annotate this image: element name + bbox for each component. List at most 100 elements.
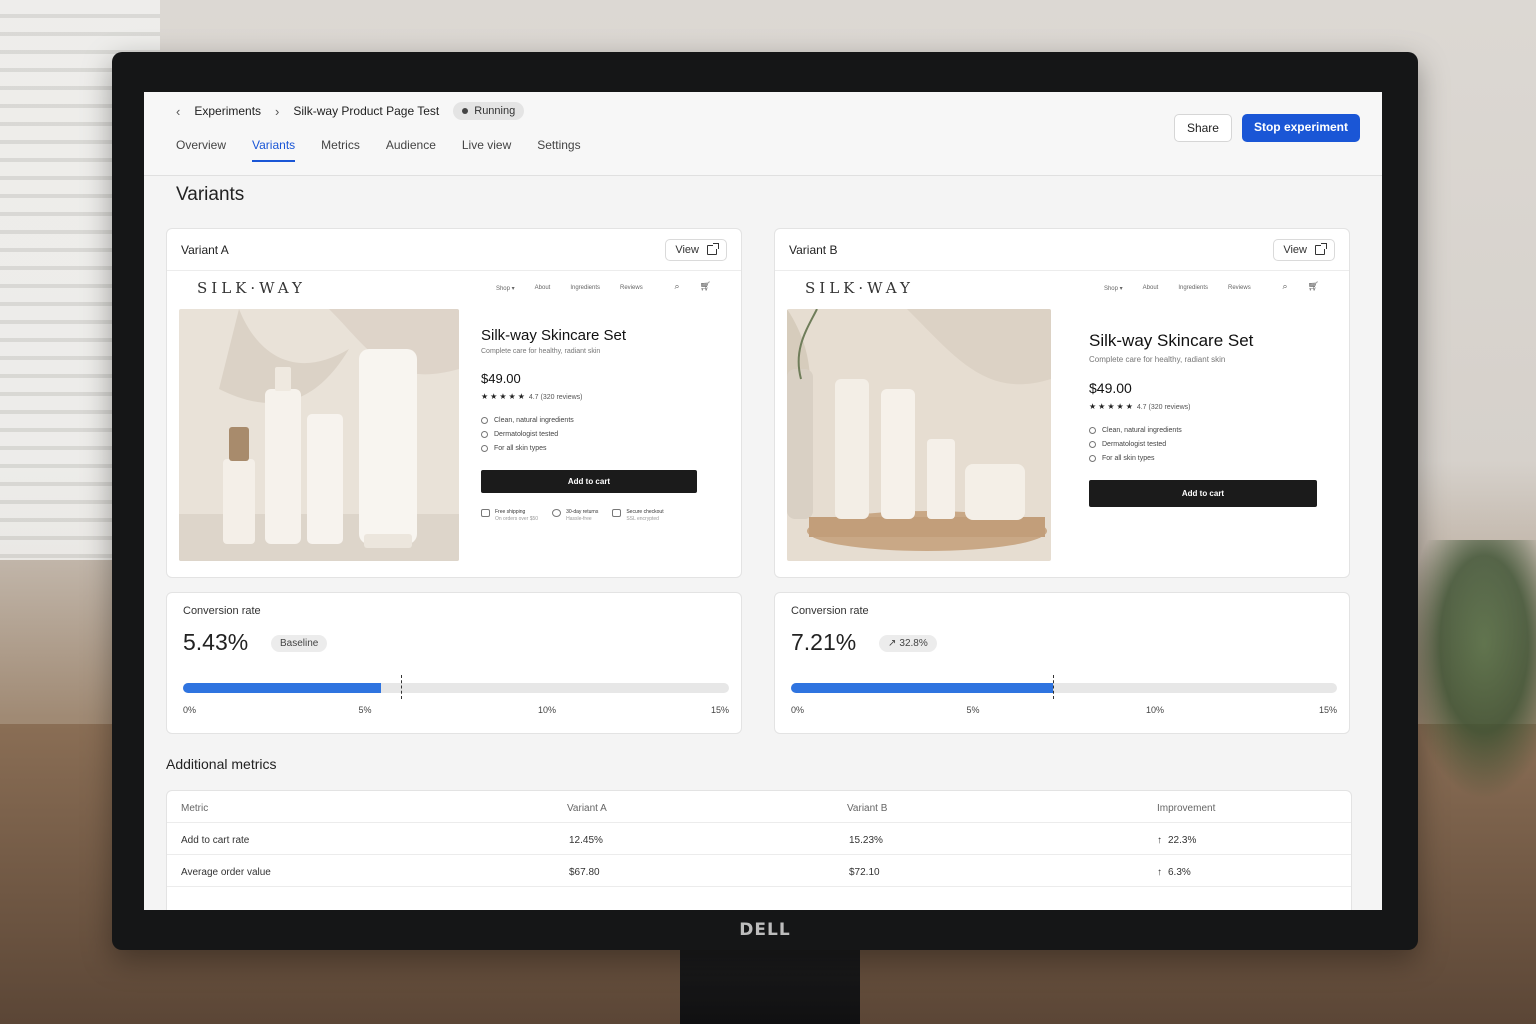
variant-b-value: $72.10 — [849, 867, 880, 878]
share-button[interactable]: Share — [1173, 114, 1232, 142]
variant-b-view-button[interactable]: View — [1273, 238, 1335, 261]
view-label: View — [675, 243, 699, 256]
tick-label: 10% — [537, 705, 557, 715]
nav-about[interactable]: About — [535, 285, 551, 292]
conversion-card-b: Conversion rate 7.21% ↗ 32.8% 0% 5% 10% 1… — [774, 592, 1350, 734]
conversion-label: Conversion rate — [791, 605, 869, 617]
chevron-left-icon[interactable]: ‹ — [176, 104, 180, 119]
variant-a-header: Variant A View — [167, 229, 741, 271]
cart-icon[interactable]: 🛒︎ — [1308, 281, 1319, 292]
check-circle-icon — [1089, 455, 1096, 462]
target-marker — [1053, 675, 1055, 699]
tab-variants[interactable]: Variants — [252, 138, 296, 162]
improvement-value: 22.3% — [1168, 835, 1197, 846]
product-rating: ★★★★★ 4.7 (320 reviews) — [481, 392, 721, 401]
improvement-cell: ↑ 6.3% — [1157, 867, 1191, 878]
check-circle-icon — [481, 431, 488, 438]
trust-badges: Free shipping On orders over $50 30-day r… — [481, 509, 721, 522]
add-to-cart-button[interactable]: Add to cart — [1089, 480, 1317, 507]
tick-label: 5% — [358, 705, 372, 715]
stop-experiment-button[interactable]: Stop experiment — [1241, 114, 1360, 142]
feature-item: Clean, natural ingredients — [1089, 427, 1329, 434]
trust-sub: SSL encrypted — [626, 516, 659, 522]
tick-label: 15% — [1318, 705, 1337, 715]
improvement-badge: ↗ 32.8% — [879, 635, 937, 652]
arrow-up-right-icon: ↗ — [888, 638, 897, 649]
nav-reviews[interactable]: Reviews — [1228, 285, 1251, 292]
header-actions: Share Stop experiment — [1173, 114, 1360, 142]
star-rating-icon: ★★★★★ — [481, 392, 527, 401]
target-marker — [401, 675, 403, 699]
trust-title: Free shipping — [495, 509, 526, 515]
truck-icon — [481, 509, 490, 517]
tab-audience[interactable]: Audience — [386, 138, 436, 162]
tab-settings[interactable]: Settings — [537, 138, 580, 162]
chevron-right-icon: › — [275, 103, 280, 119]
preview-nav-links: Shop ▾ About Ingredients Reviews — [1104, 285, 1251, 292]
variant-a-title: Variant A — [181, 242, 229, 257]
status-badge: Running — [453, 102, 525, 120]
nav-ingredients[interactable]: Ingredients — [1178, 285, 1208, 292]
column-header: Variant B — [847, 803, 888, 814]
variant-b-card: Variant B View SILK·WAY Shop ▾ About Ing… — [774, 228, 1350, 578]
add-to-cart-button[interactable]: Add to cart — [481, 470, 697, 493]
conversion-track — [183, 675, 729, 699]
feature-text: For all skin types — [1102, 455, 1155, 462]
trust-sub: Hassle-free — [566, 516, 592, 522]
feature-item: For all skin types — [1089, 455, 1329, 462]
improvement-value: 32.8% — [899, 638, 928, 649]
variant-b-title: Variant B — [789, 242, 838, 257]
feature-text: Clean, natural ingredients — [494, 417, 574, 424]
check-circle-icon — [1089, 441, 1096, 448]
tab-live-view[interactable]: Live view — [462, 138, 511, 162]
conversion-fill — [183, 683, 381, 693]
product-price: $49.00 — [481, 371, 521, 386]
preview-nav-links: Shop ▾ About Ingredients Reviews — [496, 285, 643, 292]
search-icon[interactable]: ⌕ — [675, 281, 680, 292]
nav-about[interactable]: About — [1143, 285, 1159, 292]
status-dot-icon — [462, 108, 469, 114]
conversion-label: Conversion rate — [183, 605, 261, 617]
view-label: View — [1283, 243, 1307, 256]
product-title: Silk-way Skincare Set — [481, 327, 627, 344]
nav-shop[interactable]: Shop ▾ — [496, 285, 515, 292]
search-icon[interactable]: ⌕ — [1283, 281, 1288, 292]
plant — [1406, 540, 1536, 800]
rating-text: 4.7 (320 reviews) — [528, 394, 583, 401]
product-rating: ★★★★★ 4.7 (320 reviews) — [1089, 402, 1329, 411]
check-circle-icon — [481, 445, 488, 452]
nav-ingredients[interactable]: Ingredients — [570, 285, 600, 292]
tick-label: 0% — [183, 705, 197, 715]
product-price: $49.00 — [1089, 380, 1132, 396]
return-icon — [552, 509, 562, 517]
tick-label: 15% — [710, 705, 729, 715]
preview-site-nav: SILK·WAY Shop ▾ About Ingredients Review… — [167, 271, 741, 305]
status-text: Running — [474, 105, 516, 117]
trust-secure: Secure checkout SSL encrypted — [612, 509, 664, 522]
product-subtitle: Complete care for healthy, radiant skin — [1089, 355, 1226, 364]
arrow-up-icon: ↑ — [1157, 867, 1162, 878]
trust-returns: 30-day returns Hassle-free — [552, 509, 598, 522]
feature-text: Clean, natural ingredients — [1102, 427, 1182, 434]
check-circle-icon — [1089, 427, 1096, 434]
variant-a-view-button[interactable]: View — [665, 238, 727, 261]
conversion-card-a: Conversion rate 5.43% Baseline 0% 5% 10%… — [166, 592, 742, 734]
star-rating-icon: ★★★★★ — [1089, 402, 1135, 411]
tab-overview[interactable]: Overview — [176, 138, 226, 162]
variant-a-card: Variant A View SILK·WAY Shop ▾ About Ing… — [166, 228, 742, 578]
tab-metrics[interactable]: Metrics — [321, 138, 360, 162]
preview-site-nav: SILK·WAY Shop ▾ About Ingredients Review… — [775, 271, 1349, 305]
conversion-value: 7.21% — [791, 629, 857, 655]
variant-a-value: $67.80 — [569, 867, 600, 878]
table-header-row: Metric Variant A Variant B Improvement — [167, 793, 1351, 823]
rating-text: 4.7 (320 reviews) — [1136, 404, 1191, 411]
tab-bar: Overview Variants Metrics Audience Live … — [176, 138, 581, 162]
metrics-table: Metric Variant A Variant B Improvement A… — [166, 790, 1352, 910]
nav-shop[interactable]: Shop ▾ — [1104, 285, 1123, 292]
tick-label: 10% — [1145, 705, 1165, 715]
nav-reviews[interactable]: Reviews — [620, 285, 643, 292]
conversion-track — [791, 675, 1337, 699]
cart-icon[interactable]: 🛒︎ — [700, 281, 711, 292]
breadcrumb-parent[interactable]: Experiments — [194, 104, 261, 118]
tick-label: 0% — [791, 705, 805, 715]
